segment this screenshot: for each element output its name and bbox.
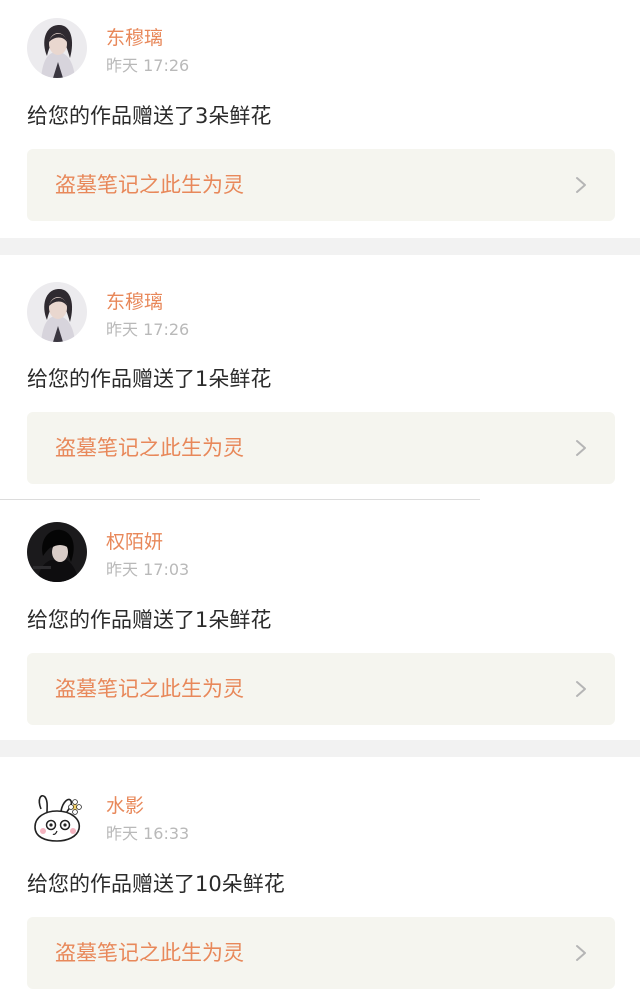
notification-message: 给您的作品赠送了10朵鲜花: [27, 872, 285, 896]
timestamp: 昨天 17:03: [106, 560, 190, 579]
chevron-right-icon: [576, 681, 586, 697]
user-name[interactable]: 东穆璃: [106, 26, 163, 50]
avatar[interactable]: [27, 18, 87, 78]
work-title: 盗墓笔记之此生为灵: [55, 941, 244, 965]
dark-portrait-avatar-icon: [27, 522, 87, 582]
timestamp: 昨天 17:26: [106, 56, 190, 75]
notification-feed: 东穆璃 昨天 17:26 给您的作品赠送了3朵鲜花 盗墓笔记之此生为灵 东穆璃 …: [0, 0, 640, 1001]
avatar[interactable]: [27, 522, 87, 582]
section-separator: [0, 238, 640, 255]
work-link-card[interactable]: 盗墓笔记之此生为灵: [27, 149, 615, 221]
timestamp: 昨天 16:33: [106, 824, 190, 843]
portrait-avatar-icon: [27, 18, 87, 78]
work-link-card[interactable]: 盗墓笔记之此生为灵: [27, 917, 615, 989]
notification-message: 给您的作品赠送了3朵鲜花: [27, 104, 272, 128]
work-title: 盗墓笔记之此生为灵: [55, 677, 244, 701]
work-link-card[interactable]: 盗墓笔记之此生为灵: [27, 412, 615, 484]
bunny-doodle-avatar-icon: [27, 789, 87, 849]
timestamp: 昨天 17:26: [106, 320, 190, 339]
avatar[interactable]: [27, 789, 87, 849]
avatar[interactable]: [27, 282, 87, 342]
user-name[interactable]: 水影: [106, 794, 144, 818]
chevron-right-icon: [576, 945, 586, 961]
chevron-right-icon: [576, 177, 586, 193]
work-title: 盗墓笔记之此生为灵: [55, 436, 244, 460]
notification-message: 给您的作品赠送了1朵鲜花: [27, 608, 272, 632]
user-name[interactable]: 东穆璃: [106, 290, 163, 314]
user-name[interactable]: 权陌妍: [106, 530, 163, 554]
notification-card: 权陌妍 昨天 17:03 给您的作品赠送了1朵鲜花 盗墓笔记之此生为灵: [0, 500, 640, 740]
notification-card: 东穆璃 昨天 17:26 给您的作品赠送了3朵鲜花 盗墓笔记之此生为灵: [0, 0, 640, 238]
portrait-avatar-icon: [27, 282, 87, 342]
notification-message: 给您的作品赠送了1朵鲜花: [27, 367, 272, 391]
work-link-card[interactable]: 盗墓笔记之此生为灵: [27, 653, 615, 725]
work-title: 盗墓笔记之此生为灵: [55, 173, 244, 197]
notification-card: 水影 昨天 16:33 给您的作品赠送了10朵鲜花 盗墓笔记之此生为灵: [0, 757, 640, 1001]
chevron-right-icon: [576, 440, 586, 456]
section-separator: [0, 740, 640, 757]
notification-card: 东穆璃 昨天 17:26 给您的作品赠送了1朵鲜花 盗墓笔记之此生为灵: [0, 255, 640, 499]
